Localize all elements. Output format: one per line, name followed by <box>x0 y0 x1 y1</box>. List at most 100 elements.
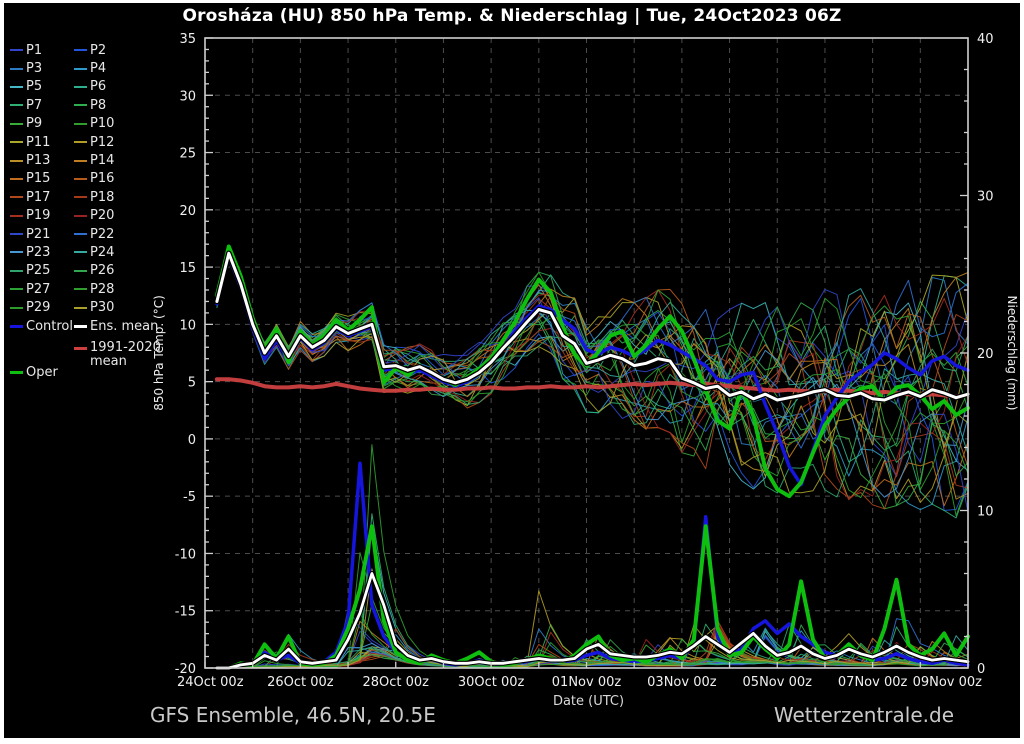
legend-item-p10: P10 <box>74 115 160 133</box>
legend-swatch-p21 <box>10 233 23 235</box>
legend-swatch-p8 <box>74 104 87 106</box>
y-right-tick-label: 20 <box>977 347 994 362</box>
x-tick-label: 30Oct 00z <box>458 675 525 690</box>
legend-swatch-p5 <box>10 86 23 88</box>
legend-swatch-p29 <box>10 307 23 309</box>
legend-item-p15: P15 <box>10 170 72 188</box>
legend-label-p28: P28 <box>90 282 114 297</box>
legend-item-p25: P25 <box>10 262 72 280</box>
legend-item-p18: P18 <box>74 188 160 206</box>
y-left-tick-label: 15 <box>179 261 196 276</box>
legend-swatch-p6 <box>74 86 87 88</box>
y-left-tick-label: 0 <box>188 433 196 448</box>
member-temp-line <box>217 259 968 499</box>
y-right-tick-label: 40 <box>977 32 994 47</box>
legend-item-p8: P8 <box>74 96 160 114</box>
legend-label-p17: P17 <box>26 190 50 205</box>
legend-swatch-p17 <box>10 196 23 198</box>
legend-item-p1: P1 <box>10 41 72 59</box>
y-right-axis-title: Niederschlag (mm) <box>1005 296 1019 411</box>
y-left-tick-label: -10 <box>175 547 196 562</box>
legend-swatch-p25 <box>10 270 23 272</box>
legend-label-p1: P1 <box>26 43 42 58</box>
legend-label-p21: P21 <box>26 227 50 242</box>
model-info-label: GFS Ensemble, 46.5N, 20.5E <box>150 703 436 727</box>
legend-label-p6: P6 <box>90 79 106 94</box>
member-temp-line <box>217 256 968 502</box>
legend-swatch-control <box>10 325 23 328</box>
legend-label-oper: Oper <box>26 365 58 380</box>
legend-swatch-p20 <box>74 215 87 217</box>
legend-swatch-p13 <box>10 160 23 162</box>
legend-item-p27: P27 <box>10 280 72 298</box>
legend-item-p17: P17 <box>10 188 72 206</box>
legend-item-p6: P6 <box>74 78 160 96</box>
x-tick-label: 03Nov 00z <box>647 675 717 690</box>
legend-swatch-p19 <box>10 215 23 217</box>
x-tick-label: 05Nov 00z <box>743 675 813 690</box>
legend-label-p12: P12 <box>90 135 114 150</box>
y-left-tick-label: -5 <box>183 490 196 505</box>
legend-label-p4: P4 <box>90 61 106 76</box>
legend-swatch-p12 <box>74 141 87 143</box>
y-right-tick-label: 10 <box>977 505 994 520</box>
legend-item-p29: P29 <box>10 298 72 316</box>
legend-label-p5: P5 <box>26 79 42 94</box>
legend-label-p14: P14 <box>90 153 114 168</box>
legend-swatch-clim-mean <box>74 347 87 350</box>
y-left-tick-label: 25 <box>179 147 196 162</box>
legend-swatch-p7 <box>10 104 23 106</box>
legend-label-p22: P22 <box>90 227 114 242</box>
legend-item-p23: P23 <box>10 243 72 261</box>
legend-item-p19: P19 <box>10 207 72 225</box>
y-left-tick-label: -15 <box>175 605 196 620</box>
y-left-tick-label: 20 <box>179 204 196 219</box>
legend-swatch-p18 <box>74 196 87 198</box>
legend-swatch-p27 <box>10 288 23 290</box>
legend-item-p21: P21 <box>10 225 72 243</box>
legend-item-p9: P9 <box>10 115 72 133</box>
legend-label-p25: P25 <box>26 263 50 278</box>
legend-item-p20: P20 <box>74 207 160 225</box>
x-tick-label: 09Nov 00z <box>913 675 983 690</box>
legend-item-p24: P24 <box>74 243 160 261</box>
legend-item-p22: P22 <box>74 225 160 243</box>
legend-label-ens-mean: Ens. mean <box>90 319 158 334</box>
legend-label-p19: P19 <box>26 208 50 223</box>
legend-swatch-p4 <box>74 68 87 70</box>
legend-swatch-p23 <box>10 251 23 253</box>
legend-swatch-p9 <box>10 123 23 125</box>
member-precip-line <box>217 445 968 668</box>
legend-item-oper: Oper <box>10 363 170 381</box>
legend-label-p27: P27 <box>26 282 50 297</box>
x-tick-label: 07Nov 00z <box>838 675 908 690</box>
legend-label-p11: P11 <box>26 135 50 150</box>
legend-swatch-p26 <box>74 270 87 272</box>
legend-item-control: Control <box>10 317 72 335</box>
y-left-tick-label: 30 <box>179 89 196 104</box>
legend-label-p10: P10 <box>90 116 114 131</box>
legend-swatch-p16 <box>74 178 87 180</box>
legend-item-p12: P12 <box>74 133 160 151</box>
legend-item-p2: P2 <box>74 41 160 59</box>
legend-label-p16: P16 <box>90 171 114 186</box>
legend-item-p30: P30 <box>74 298 160 316</box>
legend-label-p29: P29 <box>26 300 50 315</box>
x-tick-label: 28Oct 00z <box>362 675 429 690</box>
legend-item-p13: P13 <box>10 151 72 169</box>
legend-item-oper: Oper <box>10 363 170 381</box>
legend-swatch-ens-mean <box>74 325 87 328</box>
legend-label-p8: P8 <box>90 98 106 113</box>
legend-label-p2: P2 <box>90 43 106 58</box>
x-tick-label: 01Nov 00z <box>552 675 622 690</box>
legend-label-p26: P26 <box>90 263 114 278</box>
legend-item-ens-mean: Ens. mean <box>74 317 160 335</box>
legend-item-p4: P4 <box>74 59 160 77</box>
legend-item-p5: P5 <box>10 78 72 96</box>
legend-item-p16: P16 <box>74 170 160 188</box>
legend-swatch-p22 <box>74 233 87 235</box>
y-left-tick-label: 35 <box>179 32 196 47</box>
legend-label-p3: P3 <box>26 61 42 76</box>
legend-swatch-p28 <box>74 288 87 290</box>
legend-item-p28: P28 <box>74 280 160 298</box>
